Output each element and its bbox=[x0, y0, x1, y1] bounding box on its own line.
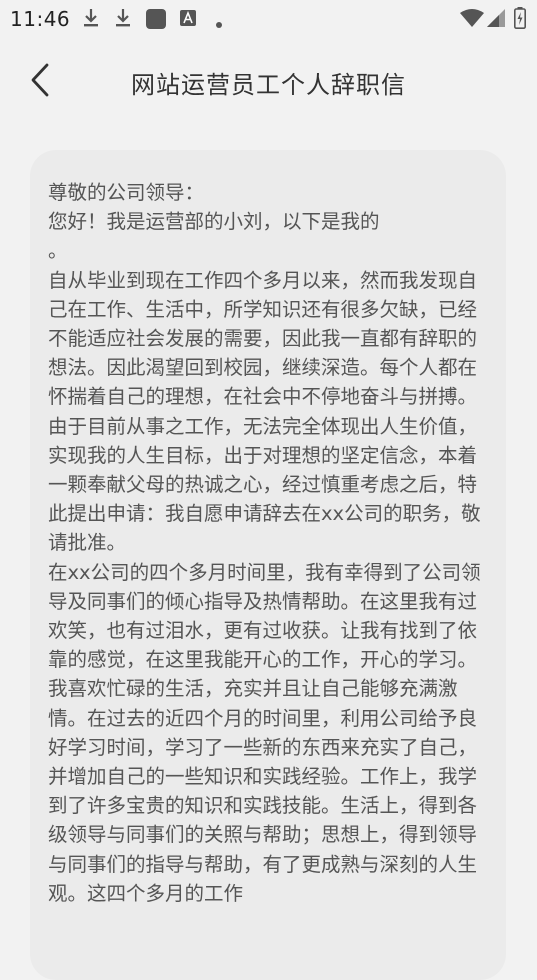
status-time: 11:46 bbox=[10, 7, 71, 31]
letter-card: 尊敬的公司领导： 您好！我是运营部的小刘，以下是我的 。 自从毕业到现在工作四个… bbox=[30, 150, 506, 980]
letter-body: 尊敬的公司领导： 您好！我是运营部的小刘，以下是我的 。 自从毕业到现在工作四个… bbox=[48, 178, 488, 908]
signal-icon bbox=[487, 9, 505, 31]
app-bar: 网站运营员工个人辞职信 bbox=[0, 48, 537, 118]
letter-greeting: 您好！我是运营部的小刘，以下是我的 bbox=[48, 210, 380, 234]
a-badge-icon bbox=[180, 10, 196, 30]
letter-greeting-tail: 。 bbox=[48, 239, 68, 263]
page-title: 网站运营员工个人辞职信 bbox=[131, 71, 406, 99]
download-icon bbox=[82, 8, 100, 32]
letter-salutation: 尊敬的公司领导： bbox=[48, 181, 205, 204]
battery-icon bbox=[514, 7, 526, 33]
wifi-icon bbox=[460, 9, 484, 31]
dot-icon bbox=[215, 14, 223, 33]
download-icon bbox=[114, 8, 132, 32]
status-bar: 11:46 bbox=[0, 0, 537, 36]
letter-paragraph: 自从毕业到现在工作四个多月以来，然而我发现自己在工作、生活中，所学知识还有很多欠… bbox=[48, 268, 481, 555]
app-square-icon bbox=[145, 8, 167, 34]
letter-paragraph: 在xx公司的四个多月时间里，我有幸得到了公司领导及同事们的倾心指导及热情帮助。在… bbox=[48, 560, 481, 905]
